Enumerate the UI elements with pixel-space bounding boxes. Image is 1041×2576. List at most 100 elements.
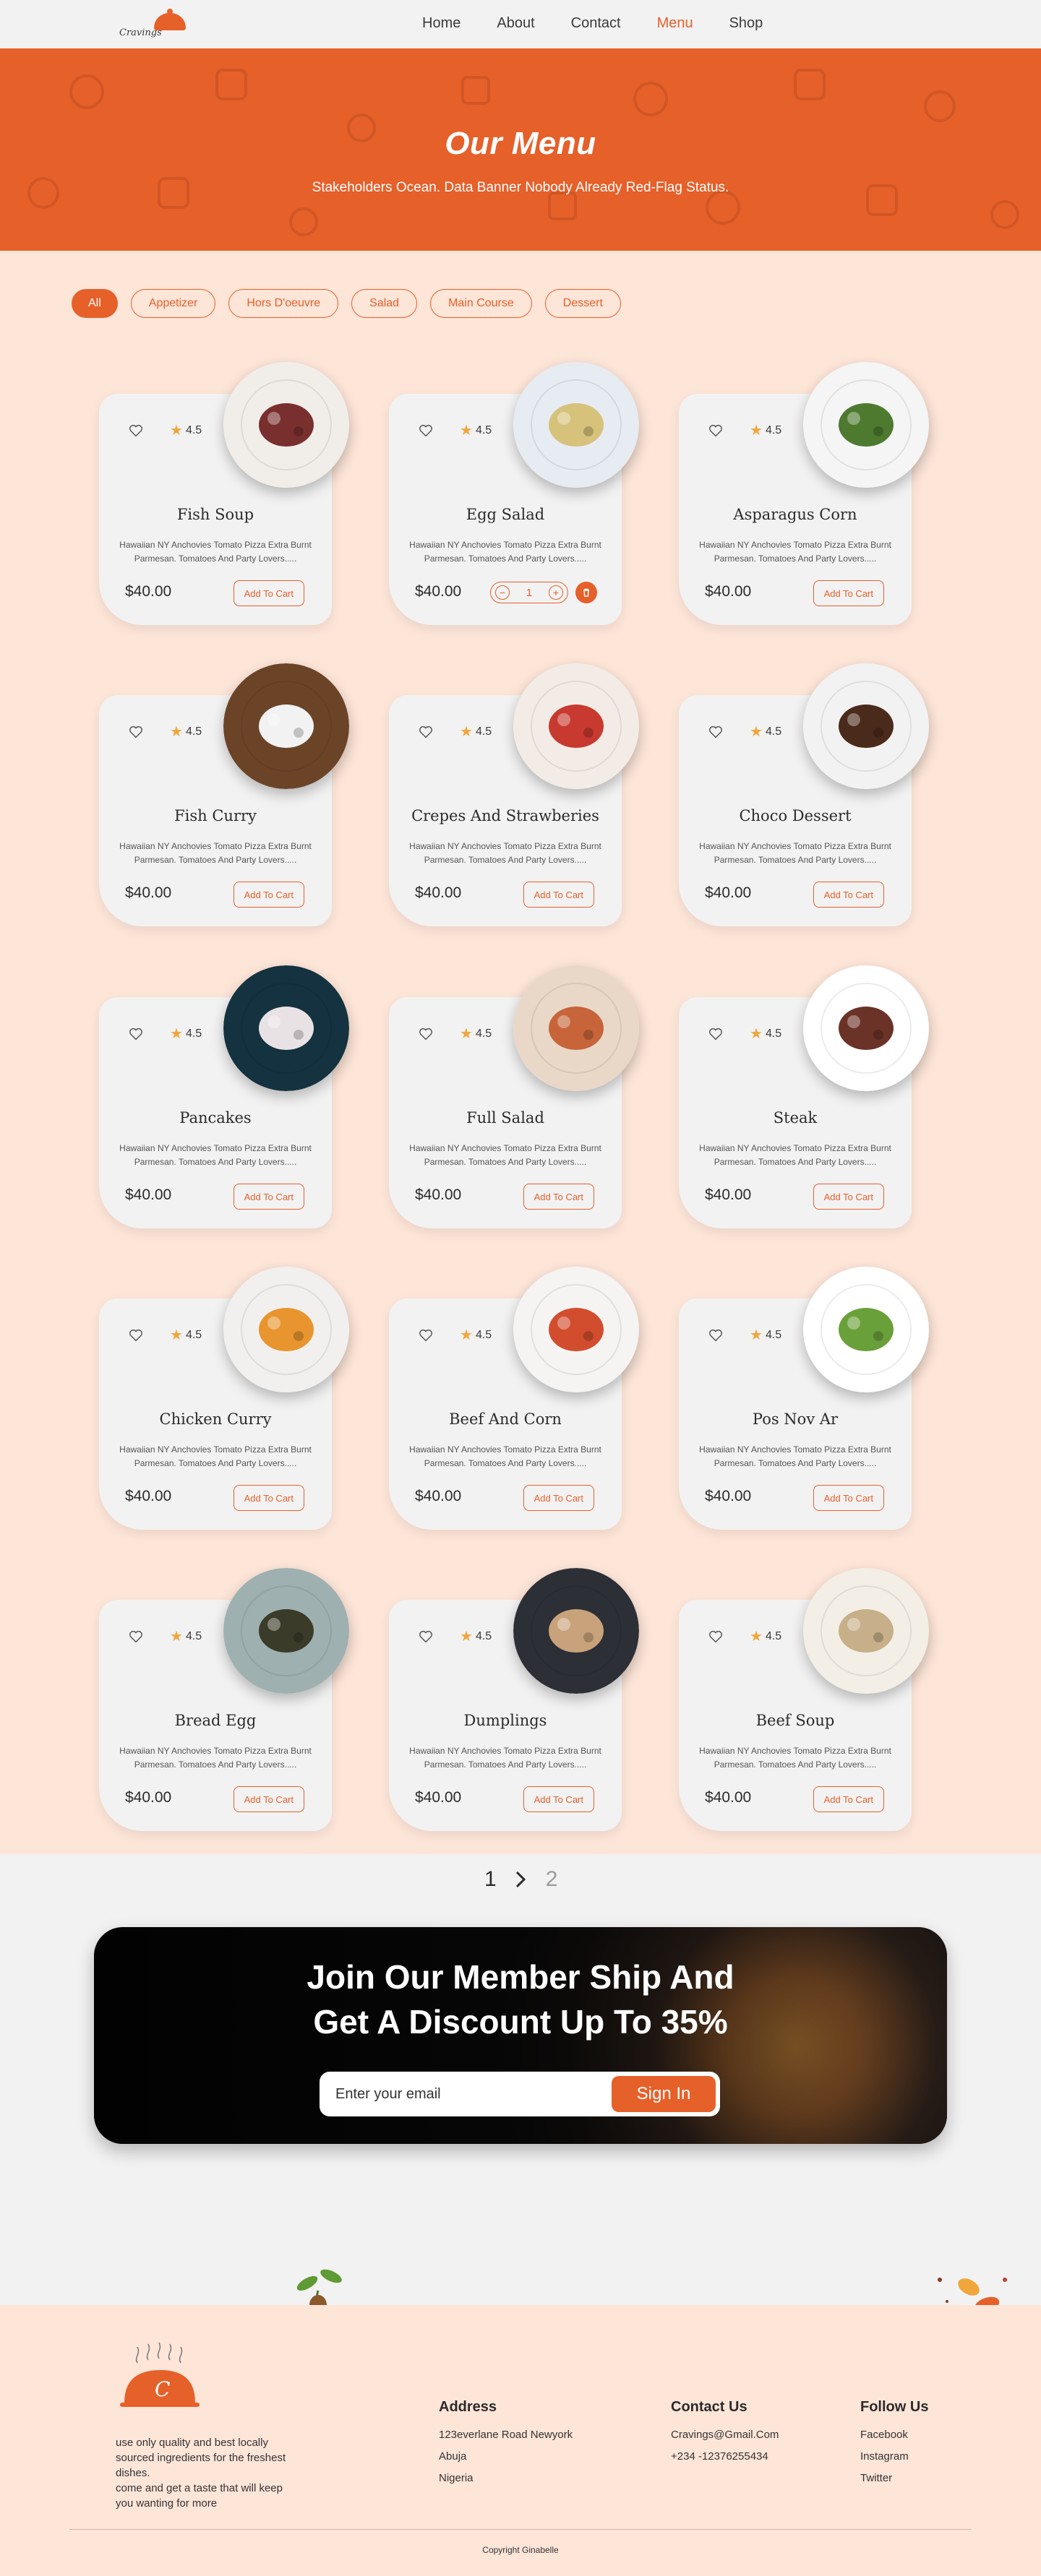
dish-image [223,1568,349,1694]
heart-icon[interactable] [418,1327,434,1343]
add-to-cart-button[interactable]: Add To Cart [523,882,594,908]
increase-button[interactable]: + [549,585,563,600]
rating: ★ 4.5 [170,1326,202,1344]
logo[interactable]: Cravings [119,7,192,40]
dish-description: Hawaiian NY Anchovies Tomato Pizza Extra… [699,1746,891,1770]
dish-image [803,1568,929,1694]
filter-dessert[interactable]: Dessert [544,289,621,318]
filter-main-course[interactable]: Main Course [430,289,532,318]
nav-home[interactable]: Home [422,15,460,32]
dish-price: $40.00 [415,1789,462,1806]
menu-card[interactable]: ★ 4.5 Beef Soup Hawaiian NY Anchovies Toma… [679,1568,929,1831]
dish-description: Hawaiian NY Anchovies Tomato Pizza Extra… [409,1746,601,1770]
contact-heading: Contact Us [671,2399,747,2415]
add-to-cart-button[interactable]: Add To Cart [813,1485,884,1511]
menu-card[interactable]: ★ 4.5 Bread Egg Hawaiian NY Anchovies Toma… [99,1568,349,1831]
nav-shop[interactable]: Shop [729,15,763,32]
dish-description: Hawaiian NY Anchovies Tomato Pizza Extra… [119,1143,312,1167]
add-to-cart-button[interactable]: Add To Cart [233,1485,304,1511]
contact-email[interactable]: Cravings@Gmail.Com [671,2429,779,2441]
add-to-cart-button[interactable]: Add To Cart [813,882,884,908]
filter-salad[interactable]: Salad [351,289,418,318]
email-field[interactable] [335,2082,596,2106]
add-to-cart-button[interactable]: Add To Cart [523,1485,594,1511]
dish-price: $40.00 [125,884,172,901]
page-next[interactable]: 2 [546,1867,558,1892]
menu-card[interactable]: ★ 4.5 Chicken Curry Hawaiian NY Anchovies … [99,1267,349,1530]
filter-all[interactable]: All [72,289,118,318]
heart-icon[interactable] [128,1026,144,1042]
heart-icon[interactable] [708,1629,724,1645]
rating: ★ 4.5 [460,723,492,741]
footer-divider [69,2529,972,2530]
menu-card[interactable]: ★ 4.5 Choco Dessert Hawaiian NY Anchovies … [679,663,929,926]
dish-name: Fish Soup [176,506,254,523]
add-to-cart-button[interactable]: Add To Cart [813,1184,884,1210]
cloche-icon[interactable]: C [116,2334,202,2413]
heart-icon[interactable] [708,1026,724,1042]
add-to-cart-button[interactable]: Add To Cart [233,882,304,908]
about-line: you wanting for more [116,2497,218,2510]
menu-card[interactable]: ★ 4.5 Egg Salad Hawaiian NY Anchovies Toma… [389,362,639,625]
menu-card[interactable]: ★ 4.5 Fish Soup Hawaiian NY Anchovies Toma… [99,362,349,625]
menu-card[interactable]: ★ 4.5 Pos Nov Ar Hawaiian NY Anchovies Tom… [679,1267,929,1530]
add-to-cart-button[interactable]: Add To Cart [233,1786,304,1812]
footer-contact: Contact Us Cravings@Gmail.Com +234 -1237… [671,2399,779,2472]
star-icon: ★ [170,423,183,439]
social-facebook[interactable]: Facebook [860,2429,928,2441]
heart-icon[interactable] [708,423,724,439]
social-twitter[interactable]: Twitter [860,2472,928,2484]
heart-icon[interactable] [128,423,144,439]
sign-in-button[interactable]: Sign In [612,2076,716,2112]
nav-contact[interactable]: Contact [571,15,621,32]
trash-icon[interactable] [575,582,597,603]
dish-image [513,362,639,488]
add-to-cart-button[interactable]: Add To Cart [523,1786,594,1812]
heart-icon[interactable] [418,1629,434,1645]
rating: ★ 4.5 [460,1627,492,1645]
rating: ★ 4.5 [170,1627,202,1645]
heart-icon[interactable] [128,1629,144,1645]
heart-icon[interactable] [128,1327,144,1343]
rating: ★ 4.5 [750,723,781,741]
heart-icon[interactable] [708,1327,724,1343]
menu-card[interactable]: ★ 4.5 Full Salad Hawaiian NY Anchovies Tom… [389,965,639,1228]
star-icon: ★ [460,1629,473,1645]
dish-description: Hawaiian NY Anchovies Tomato Pizza Extra… [409,841,601,865]
heart-icon[interactable] [708,724,724,740]
nav-menu[interactable]: Menu [657,15,693,32]
heart-icon[interactable] [418,1026,434,1042]
add-to-cart-button[interactable]: Add To Cart [233,1184,304,1210]
menu-card[interactable]: ★ 4.5 Crepes And Strawberies Hawaiian NY A… [389,663,639,926]
decrease-button[interactable]: − [495,585,510,600]
dish-description: Hawaiian NY Anchovies Tomato Pizza Extra… [699,1143,891,1167]
filter-hors-doeuvre[interactable]: Hors D'oeuvre [228,289,339,318]
page-current[interactable]: 1 [484,1867,497,1892]
social-instagram[interactable]: Instagram [860,2450,928,2463]
heart-icon[interactable] [418,423,434,439]
about-line: come and get a taste that will keep [116,2482,283,2494]
menu-card[interactable]: ★ 4.5 Pancakes Hawaiian NY Anchovies Tomat… [99,965,349,1228]
menu-card[interactable]: ★ 4.5 Asparagus Corn Hawaiian NY Anchovies… [679,362,929,625]
rating-value: 4.5 [765,1328,782,1341]
footer-follow: Follow Us Facebook Instagram Twitter [860,2399,928,2494]
contact-phone[interactable]: +234 -12376255434 [671,2450,779,2463]
add-to-cart-button[interactable]: Add To Cart [813,580,884,606]
chevron-right-icon[interactable] [510,1869,531,1890]
rating: ★ 4.5 [750,1326,781,1344]
rating-value: 4.5 [475,423,492,436]
add-to-cart-button[interactable]: Add To Cart [523,1184,594,1210]
menu-card[interactable]: ★ 4.5 Fish Curry Hawaiian NY Anchovies Tom… [99,663,349,926]
heart-icon[interactable] [128,724,144,740]
menu-card[interactable]: ★ 4.5 Beef And Corn Hawaiian NY Anchovies … [389,1267,639,1530]
menu-card[interactable]: ★ 4.5 Dumplings Hawaiian NY Anchovies Toma… [389,1568,639,1831]
footer-address: Address 123everlane Road Newyork Abuja N… [439,2399,573,2494]
add-to-cart-button[interactable]: Add To Cart [813,1786,884,1812]
heart-icon[interactable] [418,724,434,740]
menu-card[interactable]: ★ 4.5 Steak Hawaiian NY Anchovies Tomato P… [679,965,929,1228]
filter-appetizer[interactable]: Appetizer [130,289,216,318]
rating-value: 4.5 [765,725,782,738]
add-to-cart-button[interactable]: Add To Cart [233,580,304,606]
nav-about[interactable]: About [497,15,534,32]
rating-value: 4.5 [765,423,782,436]
